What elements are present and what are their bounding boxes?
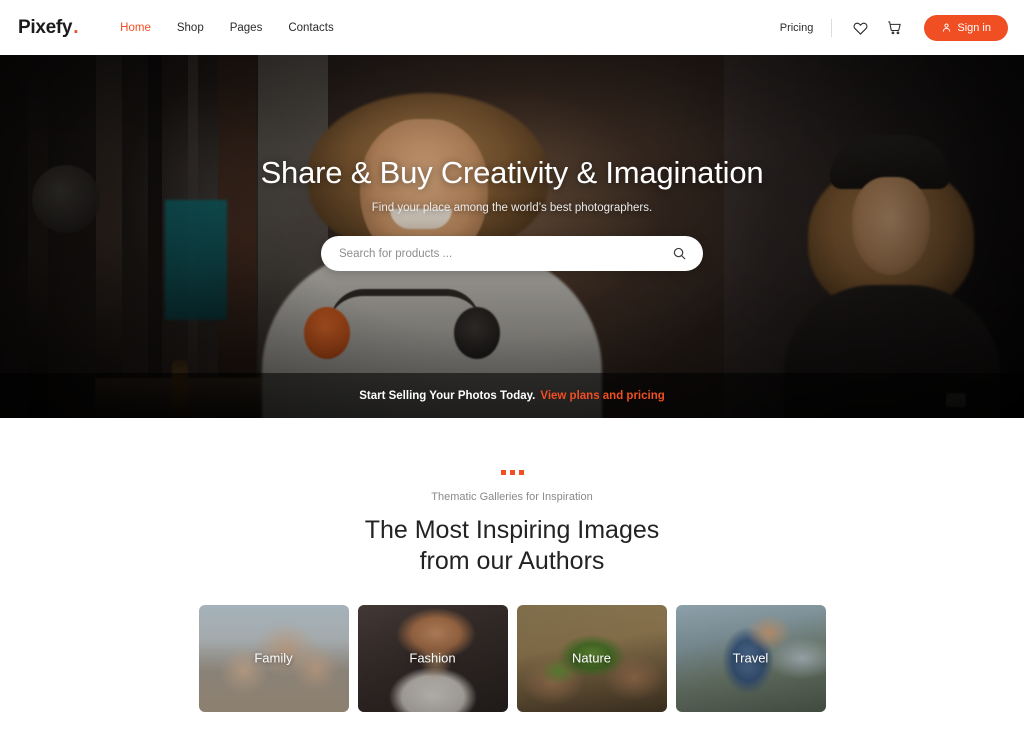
nav-actions: Pricing Sign in — [780, 14, 1008, 41]
brand-name: Pixefy — [18, 16, 73, 38]
card-label: Fashion — [409, 650, 456, 666]
section-title-line-2: from our Authors — [419, 546, 605, 575]
card-label: Travel — [732, 650, 769, 666]
heart-icon[interactable] — [850, 18, 870, 38]
sign-in-label: Sign in — [957, 21, 991, 34]
primary-nav: Home Shop Pages Contacts — [120, 22, 334, 34]
nav-link-shop[interactable]: Shop — [177, 22, 204, 34]
card-label: Nature — [571, 650, 612, 666]
search-button[interactable] — [670, 246, 689, 261]
promo-banner-link[interactable]: View plans and pricing — [540, 390, 664, 402]
gallery-card-family[interactable]: Family — [198, 604, 349, 712]
gallery-card-grid: Family Fashion Nature Travel — [0, 604, 1024, 712]
brand-logo[interactable]: Pixefy. — [18, 17, 78, 39]
cart-icon[interactable] — [884, 18, 904, 38]
card-label: Family — [254, 650, 293, 666]
nav-divider — [831, 18, 833, 37]
user-icon — [943, 23, 951, 32]
nav-link-pages[interactable]: Pages — [230, 22, 263, 34]
promo-banner-text: Start Selling Your Photos Today. — [359, 389, 536, 402]
nav-link-home[interactable]: Home — [120, 22, 151, 34]
hero-subtitle: Find your place among the world’s best p… — [371, 202, 653, 214]
brand-dot: . — [73, 16, 79, 38]
gallery-section: Thematic Galleries for Inspiration The M… — [0, 418, 1024, 712]
hero-content: Share & Buy Creativity & Imagination Fin… — [0, 55, 1024, 271]
search-icon — [673, 247, 686, 260]
gallery-card-fashion[interactable]: Fashion — [357, 604, 508, 712]
section-title: The Most Inspiring Images from our Autho… — [0, 515, 1024, 577]
hero-search-bar[interactable] — [321, 236, 703, 271]
top-navigation-bar: Pixefy. Home Shop Pages Contacts Pricing — [0, 0, 1024, 55]
nav-link-pricing[interactable]: Pricing — [780, 22, 814, 34]
hero-title: Share & Buy Creativity & Imagination — [260, 155, 764, 190]
nav-link-contacts[interactable]: Contacts — [288, 22, 333, 34]
section-title-line-1: The Most Inspiring Images — [364, 516, 660, 544]
section-eyebrow: Thematic Galleries for Inspiration — [431, 491, 593, 503]
hero-section: Share & Buy Creativity & Imagination Fin… — [0, 55, 1024, 418]
ornament-dot — [509, 470, 515, 475]
sign-in-button[interactable]: Sign in — [924, 14, 1008, 41]
gallery-card-travel[interactable]: Travel — [675, 604, 826, 712]
gallery-card-nature[interactable]: Nature — [516, 604, 667, 712]
search-input[interactable] — [339, 247, 670, 260]
hero-promo-banner: Start Selling Your Photos Today. View pl… — [0, 373, 1024, 418]
ornament-dot — [500, 470, 506, 475]
ornament-dot — [518, 470, 524, 475]
section-dots-ornament — [0, 470, 1024, 475]
